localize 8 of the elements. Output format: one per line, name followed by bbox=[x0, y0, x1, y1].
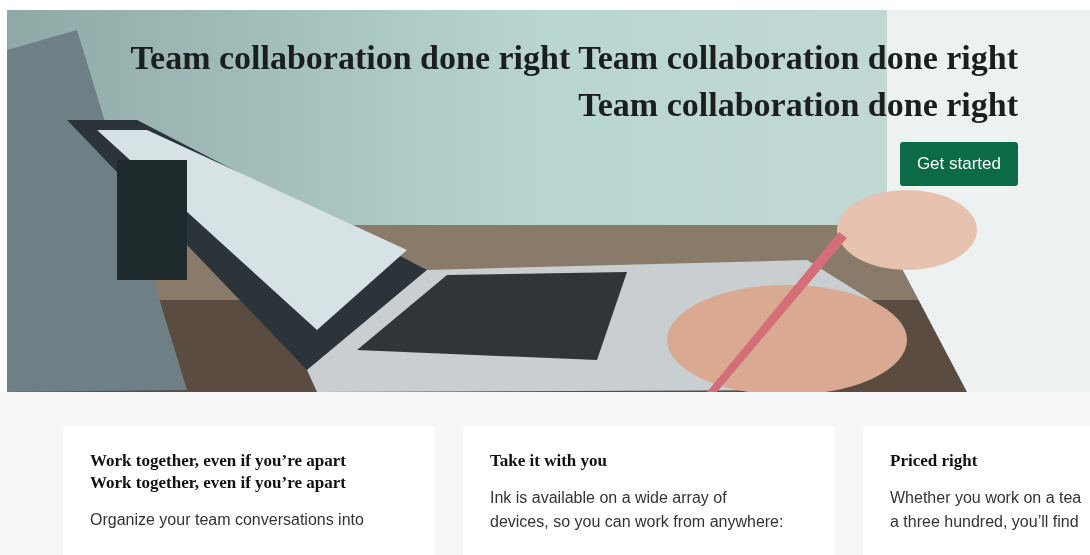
hero-title: Team collaboration done right Team collaboration done right Team collaboration done right bbox=[129, 38, 1018, 125]
feature-description: Ink is available on a wide array of devices, so you can work from anywhere: bbox=[490, 488, 784, 532]
feature-title: Work together, even if you’re apart Work together, even if you’re apart bbox=[90, 450, 347, 494]
get-started-button[interactable]: Get started bbox=[899, 142, 1018, 186]
feature-title: Priced right bbox=[890, 450, 979, 472]
feature-title: Take it with you bbox=[490, 450, 608, 472]
feature-description: Organize your team conversations into bbox=[90, 510, 364, 530]
feature-description: Whether you work on a tea a three hundred, you’ll find bbox=[890, 488, 1082, 532]
